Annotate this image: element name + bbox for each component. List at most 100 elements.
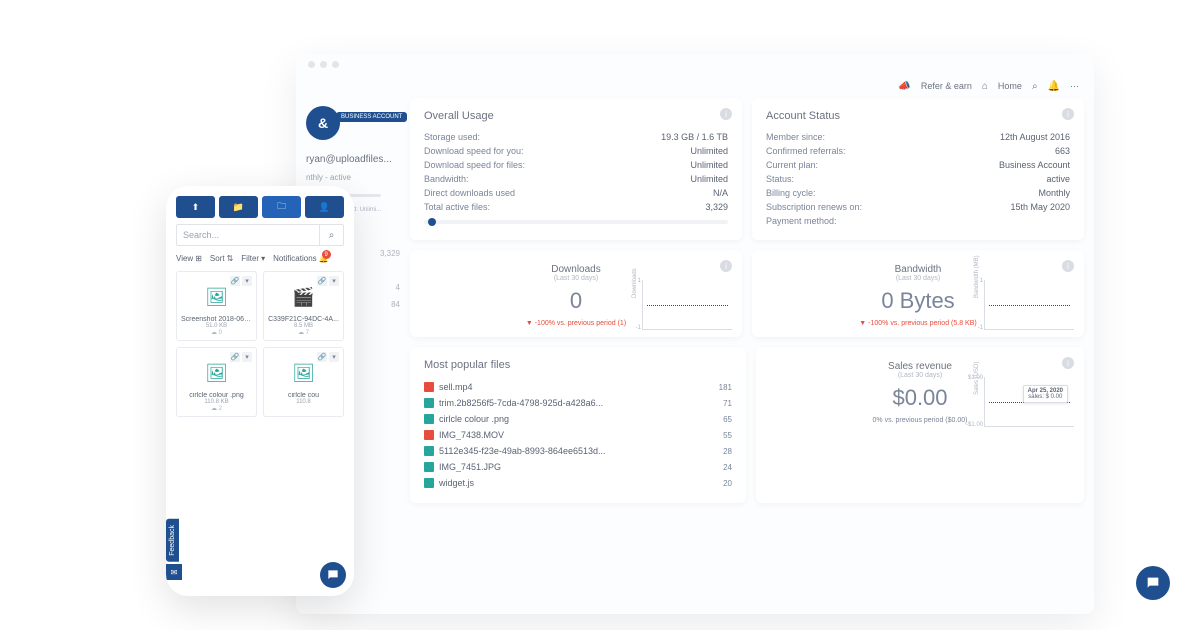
window-dot xyxy=(332,61,339,68)
info-icon[interactable]: i xyxy=(720,260,732,272)
home-icon[interactable]: ⌂ xyxy=(982,81,988,92)
kv-row: Status:active xyxy=(766,172,1070,186)
bandwidth-chart: Bandwidth (MB) 1 -1 xyxy=(984,280,1074,330)
info-icon[interactable]: i xyxy=(1062,108,1074,120)
file-thumb-icon: 🎬 xyxy=(289,282,319,312)
link-icon[interactable]: 🔗 xyxy=(317,352,327,362)
kv-row: Total active files:3,329 xyxy=(424,200,728,214)
notification-badge: 9 xyxy=(322,250,331,259)
toolbar: View ⊞ Sort ⇅ Filter ▾ Notifications🔔9 xyxy=(176,254,344,263)
link-icon[interactable]: 🔗 xyxy=(230,276,240,286)
info-icon[interactable]: i xyxy=(720,108,732,120)
card-title: Account Status xyxy=(766,110,1070,122)
link-icon[interactable]: 🔗 xyxy=(317,276,327,286)
dropdown-icon[interactable]: ▾ xyxy=(329,352,339,362)
dropdown-icon[interactable]: ▾ xyxy=(329,276,339,286)
logo: & xyxy=(306,106,340,140)
search-button[interactable]: ⌕ xyxy=(320,224,344,246)
user-email: ryan@uploadfiles... xyxy=(306,154,400,165)
more-menu-icon[interactable]: ⋯ xyxy=(1070,81,1080,92)
notifications-toggle[interactable]: Notifications🔔9 xyxy=(273,254,329,263)
dashboard-cards: i Overall Usage Storage used:19.3 GB / 1… xyxy=(410,98,1084,614)
file-icon xyxy=(424,382,434,392)
kv-row: Billing cycle:Monthly xyxy=(766,186,1070,200)
kv-row: Member since:12th August 2016 xyxy=(766,130,1070,144)
kv-row: Subscription renews on:15th May 2020 xyxy=(766,200,1070,214)
file-icon xyxy=(424,462,434,472)
user-tab[interactable]: 👤 xyxy=(305,196,344,218)
bandwidth-card: i Bandwidth (Last 30 days) 0 Bytes ▼ -10… xyxy=(752,250,1084,337)
metric-title: Downloads xyxy=(420,264,732,275)
downloads-chart: Downloads 1 -1 xyxy=(642,280,732,330)
file-tile[interactable]: 🔗▾ 🖼 cirlcle colour .png 110.8 KB ☁ 2 xyxy=(176,347,257,417)
file-icon xyxy=(424,478,434,488)
dropdown-icon[interactable]: ▾ xyxy=(242,352,252,362)
top-bar: 📣 Refer & earn ⌂ Home ⌕ 🔔 ⋯ xyxy=(296,74,1094,98)
usage-slider xyxy=(424,220,728,224)
folder-tab[interactable]: 📁 xyxy=(219,196,258,218)
file-row[interactable]: IMG_7451.JPG24 xyxy=(424,459,732,475)
file-row[interactable]: 5112e345-f23e-49ab-8993-864ee6513d...28 xyxy=(424,443,732,459)
file-thumb-icon: 🖼 xyxy=(289,358,319,388)
chat-button[interactable] xyxy=(320,562,346,588)
file-tile[interactable]: 🔗▾ 🖼 Screenshot 2018-06-... 51.0 KB ☁ 0 xyxy=(176,271,257,341)
megaphone-icon[interactable]: 📣 xyxy=(898,81,910,92)
home-link[interactable]: Home xyxy=(998,81,1022,91)
view-toggle[interactable]: View ⊞ xyxy=(176,254,202,263)
overall-usage-card: i Overall Usage Storage used:19.3 GB / 1… xyxy=(410,98,742,240)
chat-button[interactable] xyxy=(1136,566,1170,600)
tile-name: cirlcle cou xyxy=(268,392,339,399)
refer-link[interactable]: Refer & earn xyxy=(921,81,972,91)
kv-row: Current plan:Business Account xyxy=(766,158,1070,172)
chart-tooltip: Apr 25, 2020 sales: $ 0.00 xyxy=(1023,385,1068,403)
sales-chart: Sales (USD) $1.00 -$1.00 Apr 25, 2020 sa… xyxy=(984,377,1074,427)
file-row[interactable]: sell.mp4181 xyxy=(424,379,732,395)
window-dot xyxy=(320,61,327,68)
tile-name: C339F21C-94DC-4A... xyxy=(268,316,339,323)
tile-meta: ☁ 7 xyxy=(268,329,339,336)
info-icon[interactable]: i xyxy=(1062,260,1074,272)
browser-window: 📣 Refer & earn ⌂ Home ⌕ 🔔 ⋯ & BUSINESS A… xyxy=(296,54,1094,614)
tile-meta: ☁ 0 xyxy=(181,329,252,336)
search-icon[interactable]: ⌕ xyxy=(1032,81,1038,92)
downloads-card: i Downloads (Last 30 days) 0 ▼ -100% vs.… xyxy=(410,250,742,337)
filter-toggle[interactable]: Filter ▾ xyxy=(241,254,265,263)
file-tile[interactable]: 🔗▾ 🖼 cirlcle cou 110.8 xyxy=(263,347,344,417)
file-row[interactable]: widget.js20 xyxy=(424,475,732,491)
bell-icon[interactable]: 🔔 xyxy=(1048,81,1060,92)
kv-row: Download speed for you:Unlimited xyxy=(424,144,728,158)
search-input[interactable]: Search... xyxy=(176,224,320,246)
file-icon xyxy=(424,446,434,456)
tile-meta: ☁ 2 xyxy=(181,405,252,412)
metric-title: Bandwidth xyxy=(762,264,1074,275)
file-row[interactable]: IMG_7438.MOV55 xyxy=(424,427,732,443)
dropdown-icon[interactable]: ▾ xyxy=(242,276,252,286)
files-tab[interactable]: 🗀 xyxy=(262,196,301,218)
info-icon[interactable]: i xyxy=(1062,357,1074,369)
kv-row: Confirmed referrals:663 xyxy=(766,144,1070,158)
account-badge: BUSINESS ACCOUNT xyxy=(336,112,407,122)
feedback-icon[interactable]: ✉ xyxy=(166,564,182,580)
card-title: Overall Usage xyxy=(424,110,728,122)
file-tile[interactable]: 🔗▾ 🎬 C339F21C-94DC-4A... 8.5 MB ☁ 7 xyxy=(263,271,344,341)
plan-status: nthly - active xyxy=(306,173,400,182)
file-thumb-icon: 🖼 xyxy=(202,282,232,312)
popular-files-card: Most popular files sell.mp4181trim.2b825… xyxy=(410,347,746,503)
upload-tab[interactable]: ⬆ xyxy=(176,196,215,218)
main-content: & BUSINESS ACCOUNT ryan@uploadfiles... n… xyxy=(296,98,1094,614)
kv-row: Payment method: xyxy=(766,214,1070,228)
search-row: Search... ⌕ xyxy=(176,224,344,246)
tab-buttons: ⬆ 📁 🗀 👤 xyxy=(176,196,344,218)
sort-toggle[interactable]: Sort ⇅ xyxy=(210,254,233,263)
file-row[interactable]: cirlcle colour .png65 xyxy=(424,411,732,427)
kv-row: Storage used:19.3 GB / 1.6 TB xyxy=(424,130,728,144)
phone-mockup: ⬆ 📁 🗀 👤 Search... ⌕ View ⊞ Sort ⇅ Filter… xyxy=(166,186,354,596)
feedback-tab[interactable]: Feedback xyxy=(166,519,179,562)
kv-row: Bandwidth:Unlimited xyxy=(424,172,728,186)
tile-size: 110.8 xyxy=(268,399,339,405)
kv-row: Direct downloads usedN/A xyxy=(424,186,728,200)
window-dot xyxy=(308,61,315,68)
file-row[interactable]: trim.2b8256f5-7cda-4798-925d-a428a6...71 xyxy=(424,395,732,411)
card-title: Most popular files xyxy=(424,359,732,371)
link-icon[interactable]: 🔗 xyxy=(230,352,240,362)
